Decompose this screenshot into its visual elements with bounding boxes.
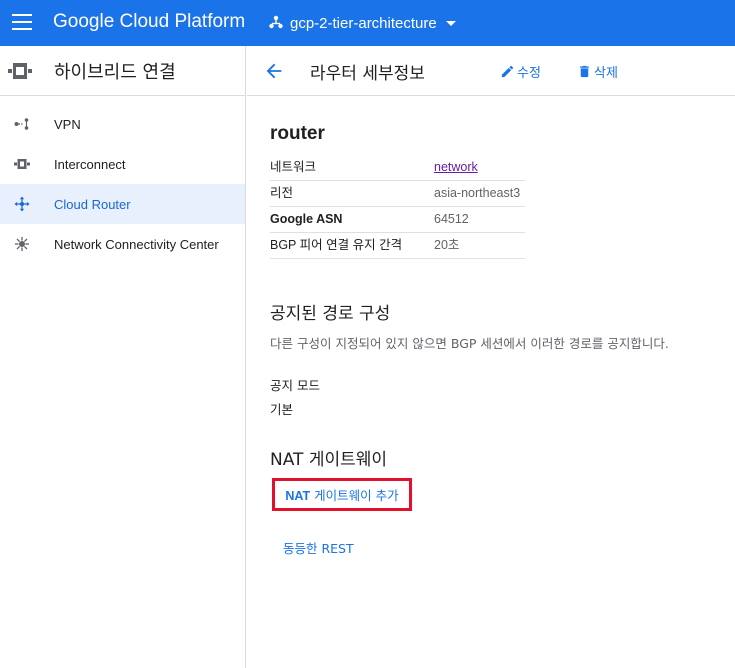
property-value: 20초 (434, 232, 525, 259)
edit-label: 수정 (517, 65, 541, 80)
network-link[interactable]: network (434, 160, 478, 174)
property-value: 64512 (434, 206, 525, 233)
sidebar-item-label: Network Connectivity Center (54, 236, 219, 252)
sidebar-item-cloud-router[interactable]: Cloud Router (0, 184, 245, 224)
project-icon (269, 15, 283, 29)
app-brand[interactable]: Google Cloud Platform (53, 11, 245, 33)
advertised-routes-heading: 공지된 경로 구성 (270, 304, 391, 324)
property-key: 리전 (270, 180, 434, 207)
advertised-routes-description: 다른 구성이 지정되어 있지 않으면 BGP 세션에서 이러한 경로를 공지합니… (270, 336, 669, 351)
table-row: 네트워크 network (270, 155, 525, 181)
menu-icon[interactable] (12, 14, 32, 30)
table-row: Google ASN 64512 (270, 206, 525, 233)
project-selector[interactable]: gcp-2-tier-architecture (268, 12, 456, 34)
nat-gateway-heading: NAT 게이트웨이 (270, 450, 388, 470)
network-connectivity-icon (14, 236, 30, 252)
page-title: 라우터 세부정보 (310, 64, 425, 84)
sidebar-nav: VPN Interconnect Cloud Router Network Co… (0, 96, 245, 264)
property-key: 네트워크 (270, 155, 434, 181)
advertisement-mode-label: 공지 모드 (270, 378, 320, 393)
add-nat-prefix: NAT (285, 489, 311, 503)
router-name: router (270, 123, 325, 144)
main-content: 라우터 세부정보 수정 삭제 router 네트워크 network 리전 as… (247, 46, 735, 668)
chevron-down-icon (445, 20, 456, 26)
delete-label: 삭제 (594, 65, 618, 80)
sidebar-item-label: Interconnect (54, 156, 126, 172)
edit-button[interactable]: 수정 (500, 62, 541, 81)
equivalent-rest-link[interactable]: 동등한 REST (283, 538, 354, 557)
router-properties-table: 네트워크 network 리전 asia-northeast3 Google A… (270, 155, 525, 259)
sidebar-item-network-connectivity-center[interactable]: Network Connectivity Center (0, 224, 245, 264)
trash-icon (580, 65, 589, 78)
delete-button[interactable]: 삭제 (577, 62, 618, 81)
vpn-icon (14, 116, 30, 132)
sidebar-header: 하이브리드 연결 (0, 46, 245, 96)
sidebar: 하이브리드 연결 VPN Interconnect Cloud Router N… (0, 46, 246, 668)
interconnect-icon (14, 156, 30, 172)
property-value: network (434, 155, 525, 181)
sidebar-item-vpn[interactable]: VPN (0, 104, 245, 144)
advertisement-mode-value: 기본 (270, 402, 294, 417)
property-value: asia-northeast3 (434, 180, 525, 207)
sidebar-item-label: Cloud Router (54, 196, 131, 212)
table-row: BGP 피어 연결 유지 간격 20초 (270, 232, 525, 259)
cloud-router-icon (14, 196, 30, 212)
property-key: BGP 피어 연결 유지 간격 (270, 232, 434, 259)
sidebar-item-label: VPN (54, 116, 81, 132)
project-name: gcp-2-tier-architecture (290, 14, 437, 32)
hybrid-connectivity-icon (8, 62, 32, 79)
page-header: 라우터 세부정보 수정 삭제 (247, 46, 735, 96)
arrow-back-icon[interactable] (263, 60, 285, 82)
pencil-icon (501, 65, 514, 78)
table-row: 리전 asia-northeast3 (270, 180, 525, 207)
top-app-bar: Google Cloud Platform gcp-2-tier-archite… (0, 0, 735, 46)
highlight-box: NAT 게이트웨이 추가 (272, 478, 412, 511)
property-key: Google ASN (270, 206, 434, 233)
sidebar-title: 하이브리드 연결 (54, 61, 176, 83)
add-nat-gateway-button[interactable]: NAT 게이트웨이 추가 (285, 485, 398, 504)
add-nat-suffix: 게이트웨이 추가 (310, 488, 399, 503)
sidebar-item-interconnect[interactable]: Interconnect (0, 144, 245, 184)
